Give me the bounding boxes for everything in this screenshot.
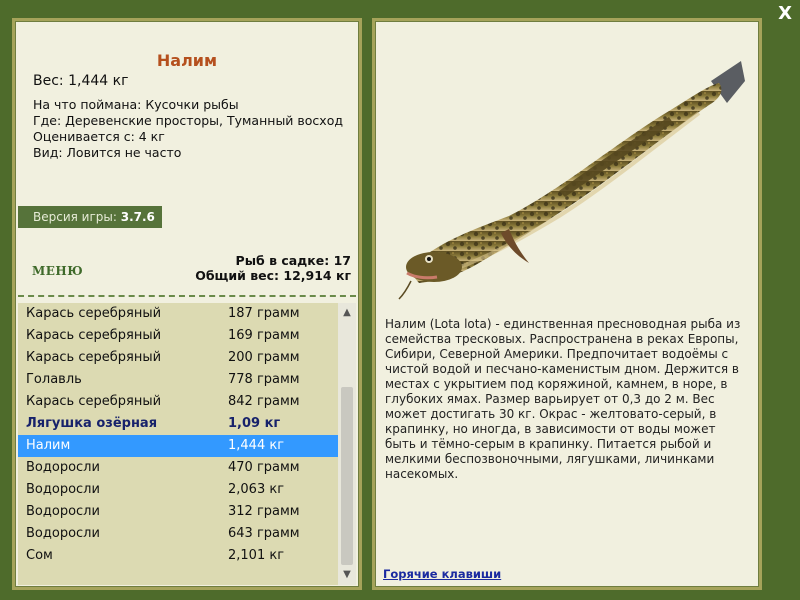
- list-item-weight: 643 грамм: [228, 526, 300, 541]
- fish-bait: На что поймана: Кусочки рыбы: [33, 97, 239, 112]
- list-item-name: Карась серебряный: [26, 306, 162, 321]
- fish-count: Рыб в садке: 17: [235, 253, 351, 268]
- fish-details: На что поймана: Кусочки рыбы Где: Дереве…: [33, 97, 343, 161]
- scroll-thumb[interactable]: [341, 387, 353, 565]
- list-item-name: Карась серебряный: [26, 394, 162, 409]
- list-item[interactable]: Водоросли 2,063 кг: [18, 479, 338, 501]
- list-item-weight: 2,101 кг: [228, 548, 285, 563]
- fish-rarity: Вид: Ловится не часто: [33, 145, 182, 160]
- fish-info-panel: Налим Вес: 1,444 кг На что поймана: Кусо…: [12, 18, 362, 590]
- list-item[interactable]: Водоросли 643 грамм: [18, 523, 338, 545]
- close-icon[interactable]: X: [778, 4, 792, 24]
- list-item[interactable]: Карась серебряный 842 грамм: [18, 391, 338, 413]
- fish-location: Где: Деревенские просторы, Туманный восх…: [33, 113, 343, 128]
- catch-list-scrollbar[interactable]: ▲ ▼: [338, 303, 356, 585]
- version-value: 3.7.6: [120, 210, 155, 224]
- catch-list[interactable]: Карась серебряный 187 грамм Карась серебря…: [18, 303, 338, 585]
- keepnet-stats: Рыб в садке: 17 Общий вес: 12,914 кг: [195, 253, 351, 283]
- fish-name-title: Налим: [156, 51, 218, 70]
- chevron-down-icon[interactable]: ▼: [338, 567, 356, 583]
- list-item-name: Голавль: [26, 372, 82, 387]
- list-item-weight: 1,09 кг: [228, 416, 281, 431]
- list-item-name: Карась серебряный: [26, 350, 162, 365]
- fish-description: Налим (Lota lota) - единственная преснов…: [385, 317, 741, 481]
- total-weight: Общий вес: 12,914 кг: [195, 268, 351, 283]
- list-item-weight: 169 грамм: [228, 328, 300, 343]
- list-item-weight: 200 грамм: [228, 350, 300, 365]
- list-item-name: Водоросли: [26, 526, 100, 541]
- list-item[interactable]: Лягушка озёрная 1,09 кг: [18, 413, 338, 435]
- fish-valued-from: Оценивается с: 4 кг: [33, 129, 165, 144]
- list-item[interactable]: Водоросли 312 грамм: [18, 501, 338, 523]
- list-item-name: Водоросли: [26, 504, 100, 519]
- list-item-name: Лягушка озёрная: [26, 416, 158, 431]
- list-item[interactable]: Карась серебряный 200 грамм: [18, 347, 338, 369]
- fish-description-panel: Налим (Lota lota) - единственная преснов…: [372, 18, 762, 590]
- version-label: Версия игры:: [33, 210, 117, 224]
- game-version-bar: Версия игры: 3.7.6: [18, 206, 162, 228]
- list-item[interactable]: Налим 1,444 кг: [18, 435, 338, 457]
- list-item-name: Карась серебряный: [26, 328, 162, 343]
- list-item-name: Сом: [26, 548, 53, 563]
- divider: [18, 295, 356, 297]
- list-item-name: Налим: [26, 438, 71, 453]
- list-item-weight: 312 грамм: [228, 504, 300, 519]
- list-item-weight: 187 грамм: [228, 306, 300, 321]
- list-item-weight: 2,063 кг: [228, 482, 285, 497]
- list-item-name: Водоросли: [26, 460, 100, 475]
- list-item[interactable]: Карась серебряный 187 грамм: [18, 303, 338, 325]
- list-item[interactable]: Голавль 778 грамм: [18, 369, 338, 391]
- hotkeys-link[interactable]: Горячие клавиши: [383, 567, 501, 581]
- menu-button[interactable]: МЕНЮ: [32, 264, 83, 278]
- list-item-name: Водоросли: [26, 482, 100, 497]
- list-item[interactable]: Карась серебряный 169 грамм: [18, 325, 338, 347]
- chevron-up-icon[interactable]: ▲: [338, 305, 356, 321]
- list-item-weight: 778 грамм: [228, 372, 300, 387]
- list-item[interactable]: Сом 2,101 кг: [18, 545, 338, 567]
- list-item[interactable]: Водоросли 470 грамм: [18, 457, 338, 479]
- fish-weight: Вес: 1,444 кг: [33, 73, 129, 89]
- fish-image: [398, 61, 745, 300]
- list-item-weight: 842 грамм: [228, 394, 300, 409]
- list-item-weight: 470 грамм: [228, 460, 300, 475]
- list-item-weight: 1,444 кг: [228, 438, 285, 453]
